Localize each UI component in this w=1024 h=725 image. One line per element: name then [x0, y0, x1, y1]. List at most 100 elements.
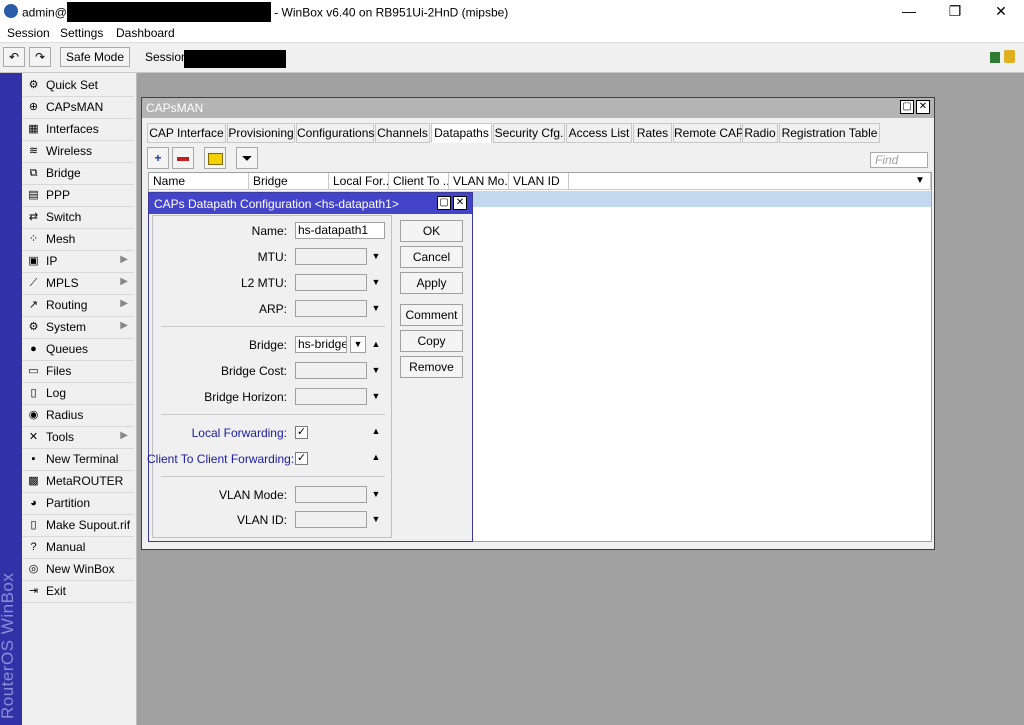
- bridge-horizon-dropdown-icon[interactable]: ▼: [371, 391, 381, 401]
- filter-button[interactable]: ⏷: [236, 147, 258, 169]
- tab-datapaths[interactable]: Datapaths: [431, 123, 492, 143]
- menu-dashboard[interactable]: Dashboard: [116, 26, 175, 40]
- sidebar-item-switch[interactable]: ⇄ Switch: [22, 207, 134, 229]
- l2mtu-dropdown-icon[interactable]: ▼: [371, 277, 381, 287]
- wireless-icon: ≋: [28, 145, 39, 157]
- bridge-dropdown-button[interactable]: ▼: [350, 336, 366, 353]
- sidebar-item-system[interactable]: ⚙ System ▶: [22, 317, 134, 339]
- sidebar-item-label: Radius: [46, 408, 84, 422]
- sidebar-item-mpls[interactable]: ⟋ MPLS ▶: [22, 273, 134, 295]
- remove-toolbar-button[interactable]: [172, 147, 194, 169]
- sidebar-item-label: New WinBox: [46, 562, 115, 576]
- sidebar-item-label: CAPsMAN: [46, 100, 104, 114]
- maximize-button[interactable]: ❐: [932, 0, 978, 24]
- sidebar-item-metarouter[interactable]: ▩ MetaROUTER: [22, 471, 134, 493]
- tab-access-list[interactable]: Access List: [566, 123, 632, 143]
- undo-button[interactable]: ↶: [3, 47, 25, 67]
- sidebar-item-quick-set[interactable]: ⚙ Quick Set: [22, 75, 134, 97]
- vlan-id-dropdown-icon[interactable]: ▼: [371, 514, 381, 524]
- bridge-select[interactable]: hs-bridge: [295, 336, 347, 353]
- sidebar-item-files[interactable]: ▭ Files: [22, 361, 134, 383]
- tab-registration-table[interactable]: Registration Table: [779, 123, 880, 143]
- sidebar-item-radius[interactable]: ◉ Radius: [22, 405, 134, 427]
- sidebar-item-make-supout-rif[interactable]: ▯ Make Supout.rif: [22, 515, 134, 537]
- column-header-vlan-mode[interactable]: VLAN Mo...: [449, 173, 509, 190]
- sidebar-item-manual[interactable]: ? Manual: [22, 537, 134, 559]
- column-header-name[interactable]: Name: [149, 173, 249, 190]
- capsman-maximize-button[interactable]: ▢: [900, 100, 914, 114]
- find-input[interactable]: Find: [870, 152, 928, 168]
- make-supout-rif-icon: ▯: [30, 519, 37, 531]
- column-header-local-forwarding[interactable]: Local For...: [329, 173, 389, 190]
- cancel-button[interactable]: Cancel: [400, 246, 463, 268]
- remove-button[interactable]: Remove: [400, 356, 463, 378]
- safe-mode-button[interactable]: Safe Mode: [60, 47, 130, 67]
- sidebar-item-mesh[interactable]: ⁘ Mesh: [22, 229, 134, 251]
- dialog-maximize-button[interactable]: ▢: [437, 196, 451, 210]
- menu-bar: Session Settings Dashboard: [0, 24, 1024, 43]
- sidebar-item-new-winbox[interactable]: ◎ New WinBox: [22, 559, 134, 581]
- vlan-id-input[interactable]: [295, 511, 367, 528]
- column-header-vlan-id[interactable]: VLAN ID: [509, 173, 569, 190]
- sidebar-item-queues[interactable]: ● Queues: [22, 339, 134, 361]
- close-button[interactable]: ✕: [978, 0, 1024, 24]
- sidebar-item-tools[interactable]: ✕ Tools ▶: [22, 427, 134, 449]
- columns-dropdown-icon[interactable]: ▼: [915, 175, 925, 186]
- tab-radio[interactable]: Radio: [742, 123, 778, 143]
- tab-cap-interface[interactable]: CAP Interface: [147, 123, 226, 143]
- bridge-horizon-input[interactable]: [295, 388, 367, 405]
- menu-settings[interactable]: Settings: [60, 26, 103, 40]
- sidebar-item-ip[interactable]: ▣ IP ▶: [22, 251, 134, 273]
- minimize-button[interactable]: —: [886, 0, 932, 24]
- local-forwarding-checkbox[interactable]: ✓: [295, 426, 308, 439]
- mtu-label: MTU:: [257, 250, 287, 264]
- column-header-client-to-client[interactable]: Client To ...: [389, 173, 449, 190]
- quick-set-icon: ⚙: [28, 79, 39, 91]
- sidebar-item-bridge[interactable]: ⧉ Bridge: [22, 163, 134, 185]
- sidebar-item-capsman[interactable]: ⊕ CAPsMAN: [22, 97, 134, 119]
- tab-channels[interactable]: Channels: [375, 123, 430, 143]
- tab-configurations[interactable]: Configurations: [296, 123, 374, 143]
- mtu-dropdown-icon[interactable]: ▼: [371, 251, 381, 261]
- arp-select[interactable]: [295, 300, 367, 317]
- mtu-input[interactable]: [295, 248, 367, 265]
- sidebar-item-partition[interactable]: ◕ Partition: [22, 493, 134, 515]
- client-forwarding-collapse-icon[interactable]: ▲: [371, 452, 381, 462]
- vlan-mode-select[interactable]: [295, 486, 367, 503]
- sidebar-item-wireless[interactable]: ≋ Wireless: [22, 141, 134, 163]
- tab-provisioning[interactable]: Provisioning: [227, 123, 295, 143]
- bridge-cost-input[interactable]: [295, 362, 367, 379]
- sidebar-item-label: MPLS: [46, 276, 79, 290]
- tab-remote-cap[interactable]: Remote CAP: [673, 123, 744, 143]
- copy-button[interactable]: Copy: [400, 330, 463, 352]
- add-button[interactable]: +: [147, 147, 169, 169]
- comment-button[interactable]: Comment: [400, 304, 463, 326]
- sidebar-item-exit[interactable]: ⇥ Exit: [22, 581, 134, 603]
- bridge-collapse-icon[interactable]: ▲: [371, 339, 381, 349]
- ok-button[interactable]: OK: [400, 220, 463, 242]
- sidebar-item-interfaces[interactable]: ▦ Interfaces: [22, 119, 134, 141]
- capsman-close-button[interactable]: ✕: [916, 100, 930, 114]
- comment-toolbar-button[interactable]: [204, 147, 226, 169]
- l2mtu-input[interactable]: [295, 274, 367, 291]
- sidebar-item-new-terminal[interactable]: ▪ New Terminal: [22, 449, 134, 471]
- local-forwarding-collapse-icon[interactable]: ▲: [371, 426, 381, 436]
- menu-session[interactable]: Session: [7, 26, 50, 40]
- arp-dropdown-icon[interactable]: ▼: [371, 303, 381, 313]
- name-input[interactable]: hs-datapath1: [295, 222, 385, 239]
- dialog-close-button[interactable]: ✕: [453, 196, 467, 210]
- client-forwarding-checkbox[interactable]: ✓: [295, 452, 308, 465]
- sidebar-item-ppp[interactable]: ▤ PPP: [22, 185, 134, 207]
- apply-button[interactable]: Apply: [400, 272, 463, 294]
- sidebar-item-routing[interactable]: ↗ Routing ▶: [22, 295, 134, 317]
- redo-button[interactable]: ↷: [29, 47, 51, 67]
- title-bar: admin@ - WinBox v6.40 on RB951Ui-2HnD (m…: [0, 0, 1024, 24]
- sidebar-brand: RouterOS WinBox: [0, 572, 17, 719]
- vlan-mode-dropdown-icon[interactable]: ▼: [371, 489, 381, 499]
- manual-icon: ?: [30, 541, 37, 553]
- tab-rates[interactable]: Rates: [633, 123, 672, 143]
- bridge-cost-dropdown-icon[interactable]: ▼: [371, 365, 381, 375]
- sidebar-item-log[interactable]: ▯ Log: [22, 383, 134, 405]
- column-header-bridge[interactable]: Bridge: [249, 173, 329, 190]
- tab-security-cfg[interactable]: Security Cfg.: [493, 123, 565, 143]
